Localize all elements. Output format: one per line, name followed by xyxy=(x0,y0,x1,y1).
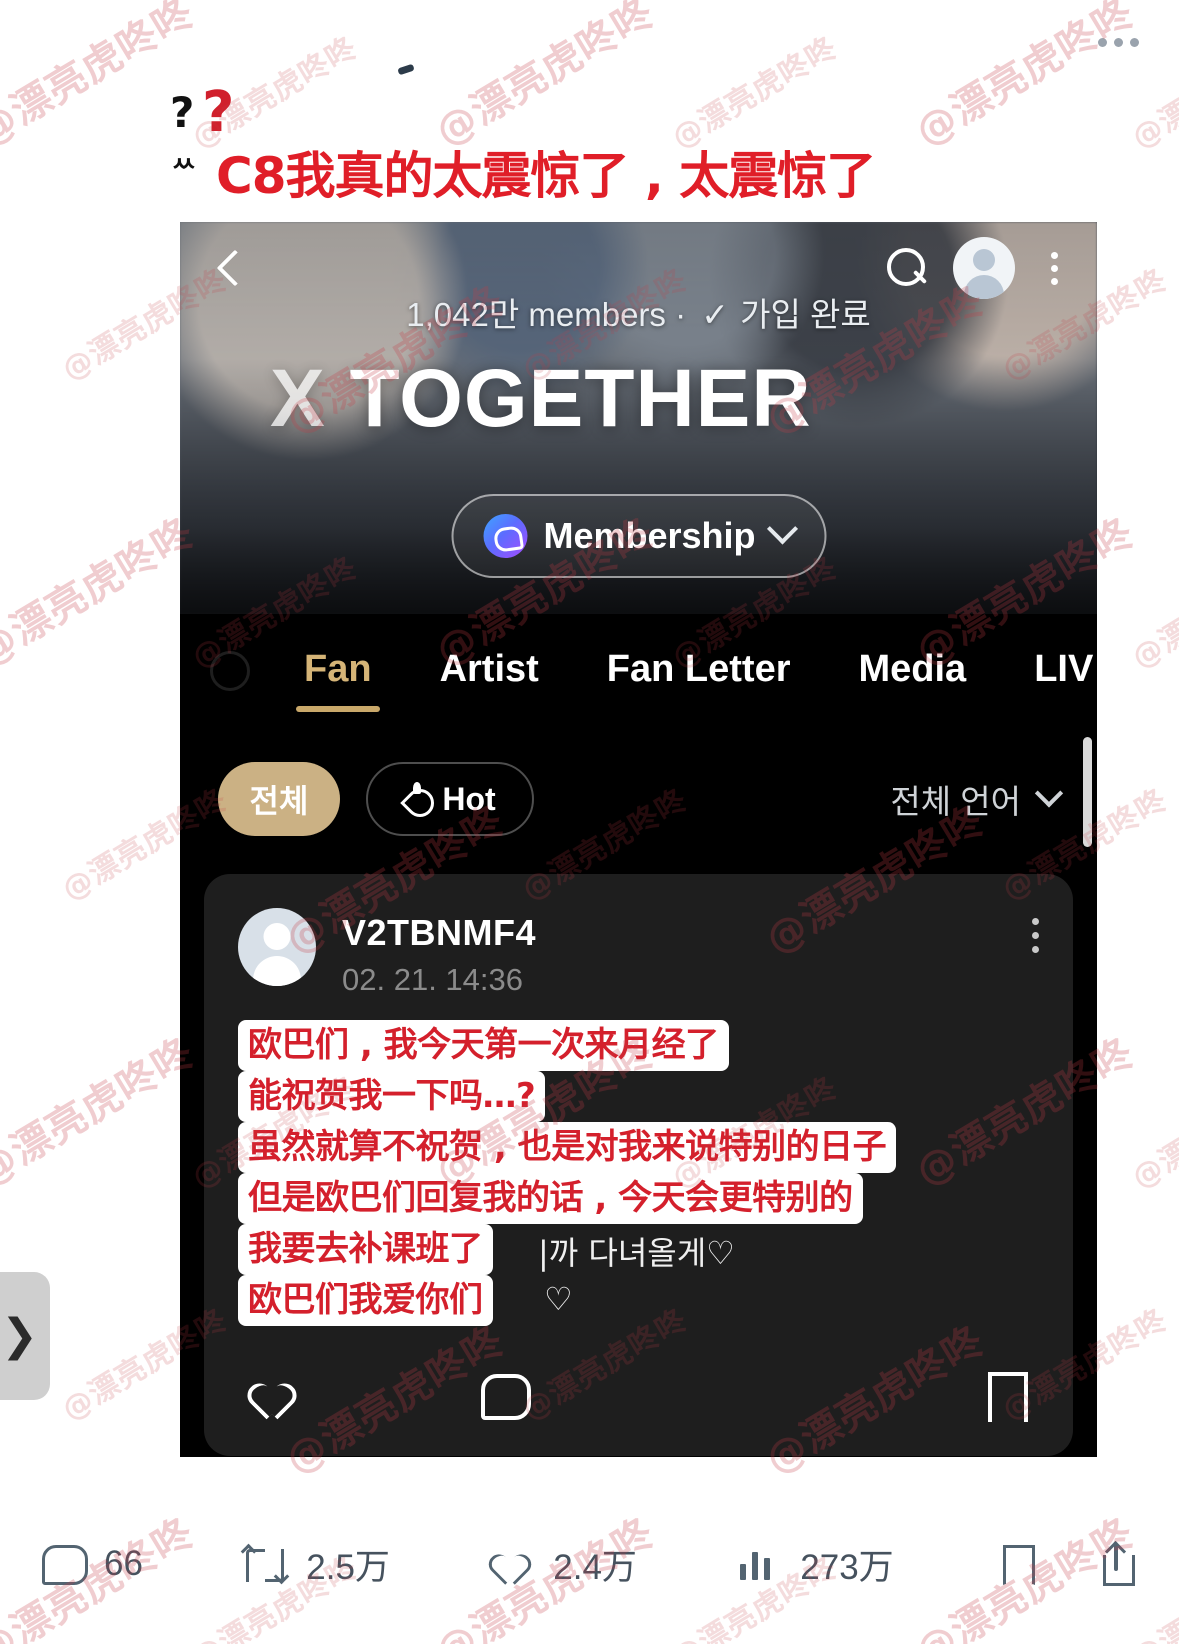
language-filter-label: 전체 언어 xyxy=(890,783,1021,820)
tab-live[interactable]: LIV xyxy=(1000,614,1097,724)
tab-artist[interactable]: Artist xyxy=(406,614,573,724)
post-korean-tail-1: |까 다녀올게♡ xyxy=(538,1234,735,1272)
views-icon xyxy=(736,1541,782,1587)
translation-line: 虽然就算不祝贺 , 也是对我来说特别的日子 xyxy=(238,1122,897,1173)
check-icon: ✓ xyxy=(701,296,729,333)
like-count: 2.4万 xyxy=(553,1547,637,1587)
back-chevron-icon[interactable] xyxy=(206,246,250,290)
post-korean-tail-2: ♡ xyxy=(544,1280,573,1318)
language-filter[interactable]: 전체 언어 xyxy=(890,775,1064,823)
page-title: X TOGETHER xyxy=(270,352,812,446)
membership-button[interactable]: Membership xyxy=(451,494,826,578)
comment-icon[interactable] xyxy=(474,1366,532,1424)
bookmark-icon[interactable] xyxy=(975,1366,1033,1424)
stray-mark-icon xyxy=(397,63,415,76)
avatar xyxy=(238,908,316,986)
watermark-text: @漂亮虎咚咚 xyxy=(907,0,1143,156)
tab-fan[interactable]: Fan xyxy=(270,614,406,724)
repost-button[interactable]: 2.5万 xyxy=(241,1539,390,1590)
membership-badge-icon xyxy=(483,514,528,558)
more-horizontal-icon xyxy=(1130,38,1139,47)
like-button[interactable]: 2.4万 xyxy=(489,1539,637,1590)
members-separator: · xyxy=(675,296,687,333)
watermark-text: @漂亮虎咚咚 xyxy=(1126,1070,1179,1196)
tweet-action-bar: 66 2.5万 2.4万 273万 xyxy=(0,1524,1179,1604)
heart-icon[interactable] xyxy=(244,1366,302,1424)
translation-line: 能祝贺我一下吗…? xyxy=(238,1071,546,1122)
membership-label: Membership xyxy=(543,515,756,556)
tweet-more-button[interactable] xyxy=(1098,38,1139,47)
like-icon xyxy=(489,1541,535,1587)
watermark-text: @漂亮虎咚咚 xyxy=(0,509,203,676)
translation-line: 但是欧巴们回复我的话 , 今天会更特别的 xyxy=(238,1173,863,1224)
translation-line: 我要去补课班了 xyxy=(238,1224,493,1275)
filter-chip-hot[interactable]: Hot xyxy=(366,762,534,836)
chevron-right-icon: ❯ xyxy=(1,1311,38,1360)
filter-bar: 전체 Hot 전체 언어 xyxy=(180,724,1097,874)
filter-chip-all[interactable]: 전체 xyxy=(218,762,340,836)
repost-icon xyxy=(241,1541,290,1587)
reply-icon xyxy=(40,1541,88,1587)
views-button[interactable]: 273万 xyxy=(736,1539,894,1590)
post-username: V2TBNMF4 xyxy=(342,912,537,953)
share-icon xyxy=(1093,1540,1139,1587)
join-status: 가입 완료 xyxy=(740,296,871,333)
more-horizontal-icon xyxy=(1114,38,1123,47)
post-body: 오 축 무 하 나 사 欧巴们 , 我今天第一次来月经了 能祝贺我一下吗…? 虽… xyxy=(238,1020,1039,1329)
repost-count: 2.5万 xyxy=(306,1547,390,1587)
artist-hero-banner: 1,042만 members · ✓ 가입 완료 X TOGETHER Memb… xyxy=(180,222,1097,614)
bookmark-icon xyxy=(993,1541,1039,1587)
fan-post-card[interactable]: V2TBNMF4 02. 21. 14:36 오 축 무 하 나 사 欧巴们 ,… xyxy=(204,874,1073,1456)
chevron-down-icon xyxy=(1034,779,1064,808)
post-timestamp: 02. 21. 14:36 xyxy=(342,962,523,997)
embedded-app-screenshot: 1,042만 members · ✓ 가입 완료 X TOGETHER Memb… xyxy=(180,222,1097,1457)
reply-count: 66 xyxy=(104,1544,143,1583)
more-horizontal-icon xyxy=(1098,38,1107,47)
translation-line: 欧巴们 , 我今天第一次来月经了 xyxy=(238,1020,729,1071)
members-line: 1,042만 members · ✓ 가입 완료 xyxy=(180,288,1097,336)
chevron-down-icon xyxy=(766,513,799,545)
group-title-text: TOGETHER xyxy=(325,353,812,444)
content-tab-bar: Fan Artist Fan Letter Media LIV xyxy=(180,614,1097,724)
headline-text: C8我真的太震惊了 , 太震惊了 xyxy=(216,147,876,205)
filter-chip-hot-label: Hot xyxy=(442,780,496,817)
headline-question-mark-small: ? xyxy=(170,88,195,137)
search-icon[interactable] xyxy=(879,242,931,294)
tab-media[interactable]: Media xyxy=(825,614,1001,724)
post-more-vertical-icon[interactable] xyxy=(1032,908,1039,953)
post-action-bar xyxy=(238,1366,1039,1430)
bookmark-button[interactable] xyxy=(993,1541,1039,1587)
gallery-prev-button[interactable]: ❯ xyxy=(0,1272,50,1400)
headline-prefix: ᄊ xyxy=(172,156,196,186)
flame-icon xyxy=(404,782,430,814)
group-title-faded: X xyxy=(270,353,326,444)
watermark-text: @漂亮虎咚咚 xyxy=(1126,550,1179,676)
watermark-text: @漂亮虎咚咚 xyxy=(427,0,663,156)
watermark-text: @漂亮虎咚咚 xyxy=(0,1029,203,1196)
translation-line: 欧巴们我爱你们 xyxy=(238,1275,493,1326)
share-button[interactable] xyxy=(1093,1540,1139,1587)
reply-button[interactable]: 66 xyxy=(40,1541,143,1587)
views-count: 273万 xyxy=(800,1547,894,1587)
scrollbar[interactable] xyxy=(1083,737,1092,847)
translation-overlay: 欧巴们 , 我今天第一次来月经了 能祝贺我一下吗…? 虽然就算不祝贺 , 也是对… xyxy=(238,1020,1039,1326)
tab-fan-letter[interactable]: Fan Letter xyxy=(573,614,825,724)
more-vertical-icon[interactable] xyxy=(1037,242,1071,294)
members-count: 1,042만 members xyxy=(406,296,666,333)
tab-ghost-icon xyxy=(196,639,270,699)
